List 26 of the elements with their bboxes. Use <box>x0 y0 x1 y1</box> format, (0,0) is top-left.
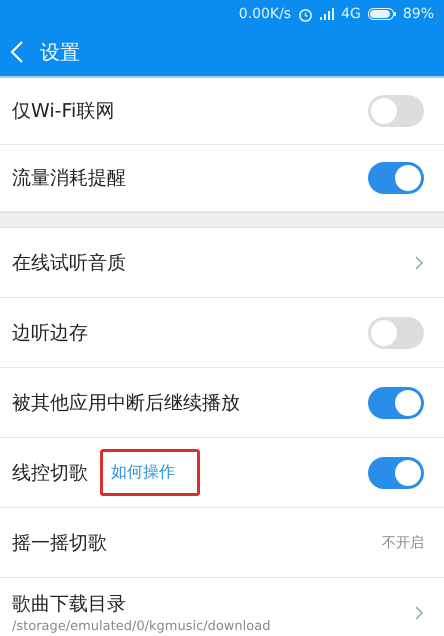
signal-icon <box>320 8 334 20</box>
alarm-icon <box>298 6 314 22</box>
setting-value: 不开启 <box>382 534 424 552</box>
setting-label: 线控切歌 <box>12 460 88 486</box>
page-title: 设置 <box>40 38 80 66</box>
setting-label: 歌曲下载目录 <box>12 592 126 617</box>
toggle-switch[interactable] <box>368 162 424 194</box>
toggle-switch[interactable] <box>368 456 424 488</box>
setting-label: 在线试听音质 <box>12 250 126 276</box>
setting-label: 仅Wi-Fi联网 <box>12 99 114 124</box>
toggle-switch[interactable] <box>368 386 424 418</box>
setting-label: 被其他应用中断后继续播放 <box>12 390 240 416</box>
toggle-switch[interactable] <box>368 95 424 127</box>
setting-label: 摇一摇切歌 <box>12 530 107 556</box>
chevron-icon <box>414 604 424 620</box>
battery-icon <box>368 8 396 20</box>
toggle-switch[interactable] <box>368 316 424 348</box>
setting-label: 边听边存 <box>12 320 88 346</box>
help-link[interactable]: 如何操作 <box>100 449 200 496</box>
battery-percent: 89% <box>402 6 434 22</box>
back-icon[interactable] <box>10 40 24 64</box>
network-type: 4G <box>341 6 361 22</box>
setting-label: 流量消耗提醒 <box>12 166 126 191</box>
network-speed: 0.00K/s <box>238 6 292 22</box>
chevron-icon <box>414 254 424 270</box>
setting-path: /storage/emulated/0/kgmusic/download <box>12 619 272 634</box>
